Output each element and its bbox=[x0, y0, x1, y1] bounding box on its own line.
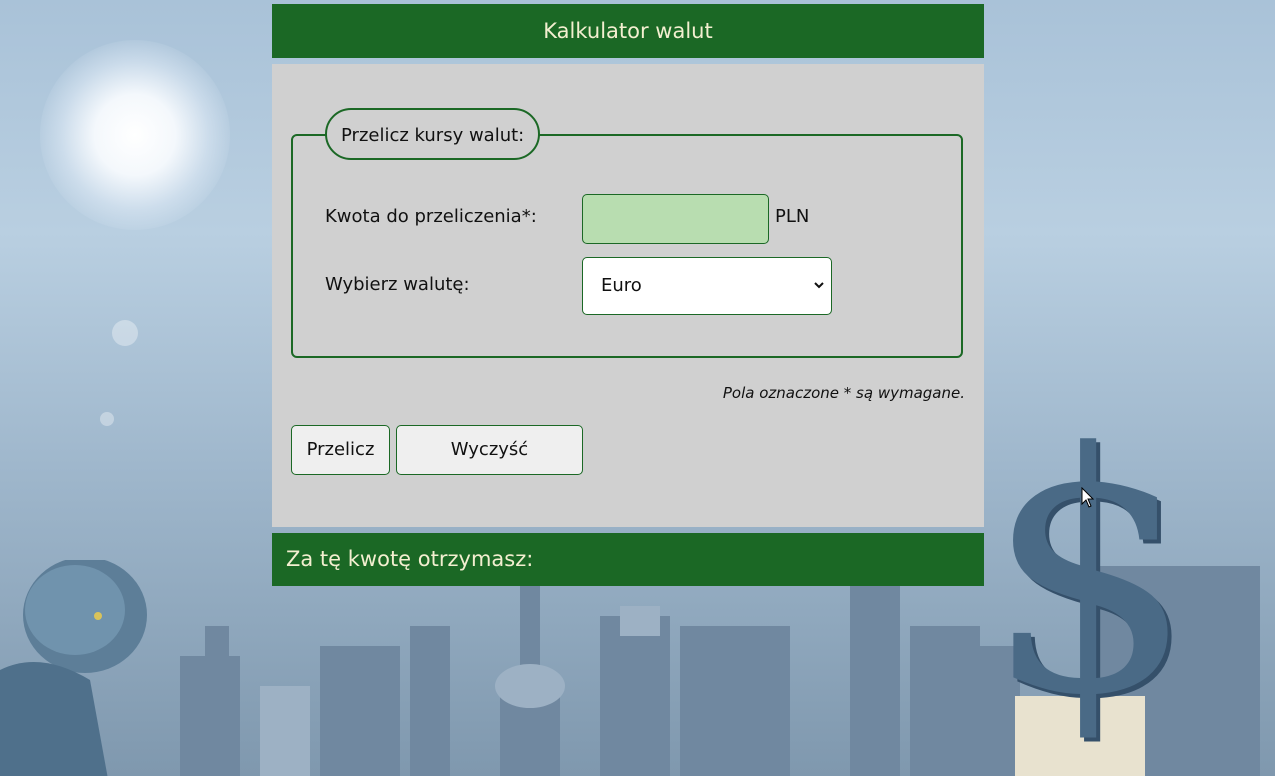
clear-button[interactable]: Wyczyść bbox=[396, 425, 583, 475]
convert-button[interactable]: Przelicz bbox=[291, 425, 390, 475]
required-fields-note: Pola oznaczone * są wymagane. bbox=[722, 384, 965, 402]
amount-label: Kwota do przeliczenia*: bbox=[325, 206, 537, 227]
lens-flare bbox=[112, 320, 138, 346]
dollar-sign-sculpture: $ bbox=[985, 383, 1195, 767]
currency-selected-value: Euro bbox=[601, 275, 642, 296]
conversion-fieldset: Przelicz kursy walut: Kwota do przelicze… bbox=[291, 108, 963, 358]
amount-unit: PLN bbox=[775, 206, 810, 227]
result-bar: Za tę kwotę otrzymasz: bbox=[272, 533, 984, 586]
sun-glow bbox=[40, 40, 230, 230]
mouse-cursor-icon bbox=[1081, 487, 1095, 508]
amount-input[interactable] bbox=[582, 194, 769, 244]
calculator-panel: Przelicz kursy walut: Kwota do przelicze… bbox=[272, 64, 984, 527]
chevron-down-icon bbox=[814, 282, 824, 289]
lens-flare bbox=[100, 412, 114, 426]
page-title: Kalkulator walut bbox=[272, 4, 984, 58]
currency-label: Wybierz walutę: bbox=[325, 274, 470, 295]
fieldset-legend: Przelicz kursy walut: bbox=[325, 108, 541, 160]
currency-select[interactable]: Euro bbox=[582, 257, 832, 315]
